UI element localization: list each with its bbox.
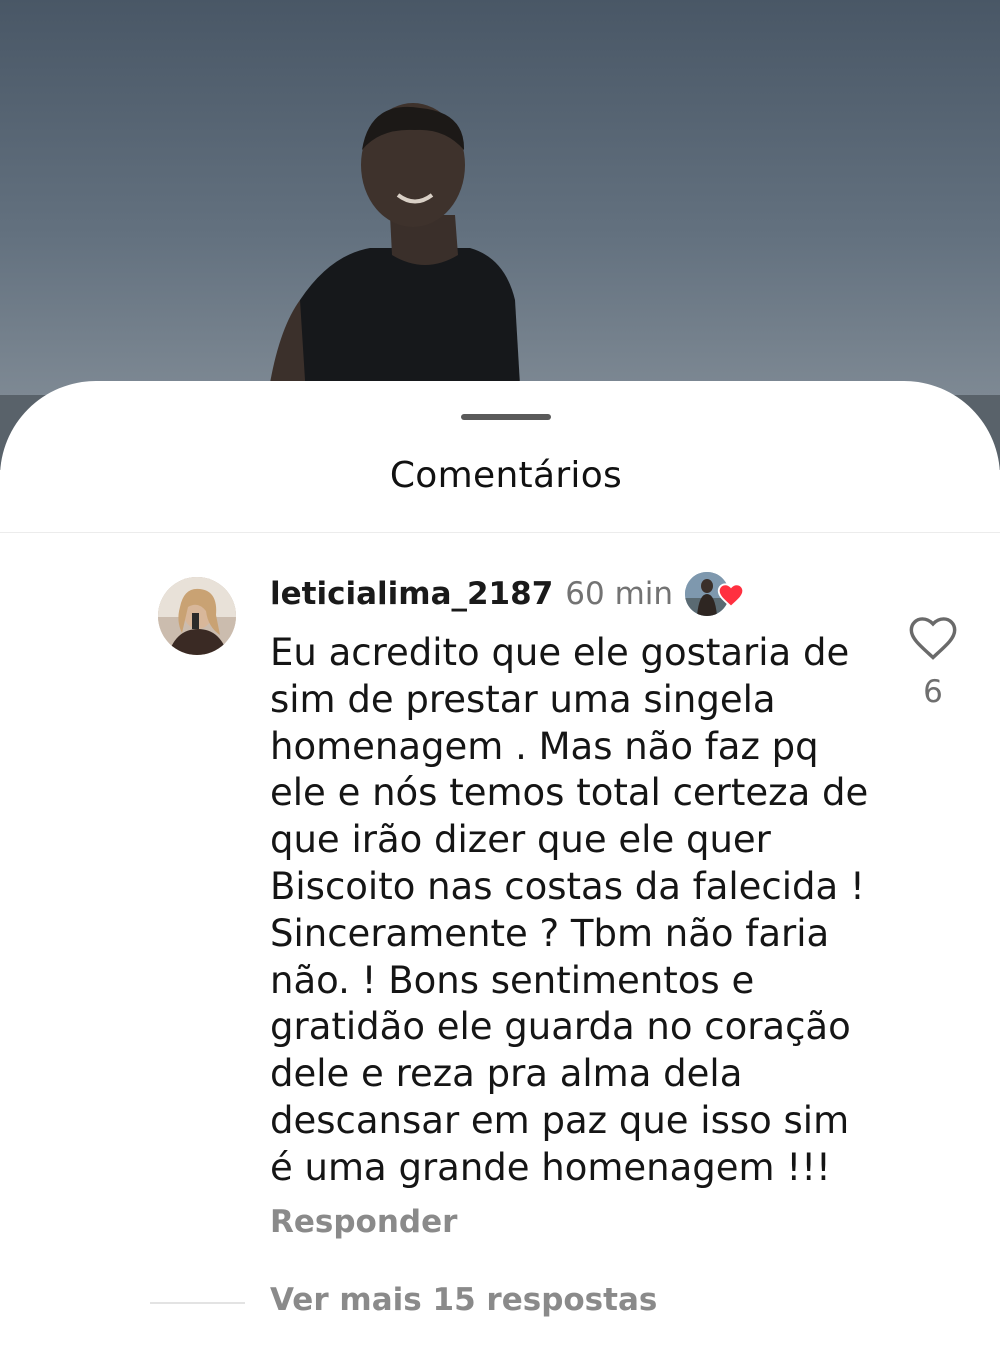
reply-button[interactable]: Responder <box>270 1204 457 1240</box>
replies-divider-line <box>150 1302 245 1304</box>
creator-liked-badge <box>685 572 749 616</box>
screen: Comentários leticialima_2187 60 min Eu a… <box>0 0 1000 1360</box>
heart-outline-icon[interactable] <box>907 614 959 662</box>
like-button[interactable]: 6 <box>905 614 961 710</box>
avatar[interactable] <box>158 577 236 655</box>
sheet-title: Comentários <box>389 455 623 496</box>
comment-header: leticialima_2187 60 min <box>270 572 749 616</box>
username[interactable]: leticialima_2187 <box>270 576 553 612</box>
header-divider <box>0 532 1000 533</box>
heart-filled-icon <box>717 583 745 608</box>
comment-timestamp: 60 min <box>565 576 674 612</box>
like-count: 6 <box>923 674 943 710</box>
drag-handle[interactable] <box>461 414 551 420</box>
view-replies-button[interactable]: Ver mais 15 respostas <box>270 1282 657 1318</box>
user-avatar-photo <box>158 577 236 655</box>
comment-text: Eu acredito que ele gostaria de sim de p… <box>270 631 869 1189</box>
